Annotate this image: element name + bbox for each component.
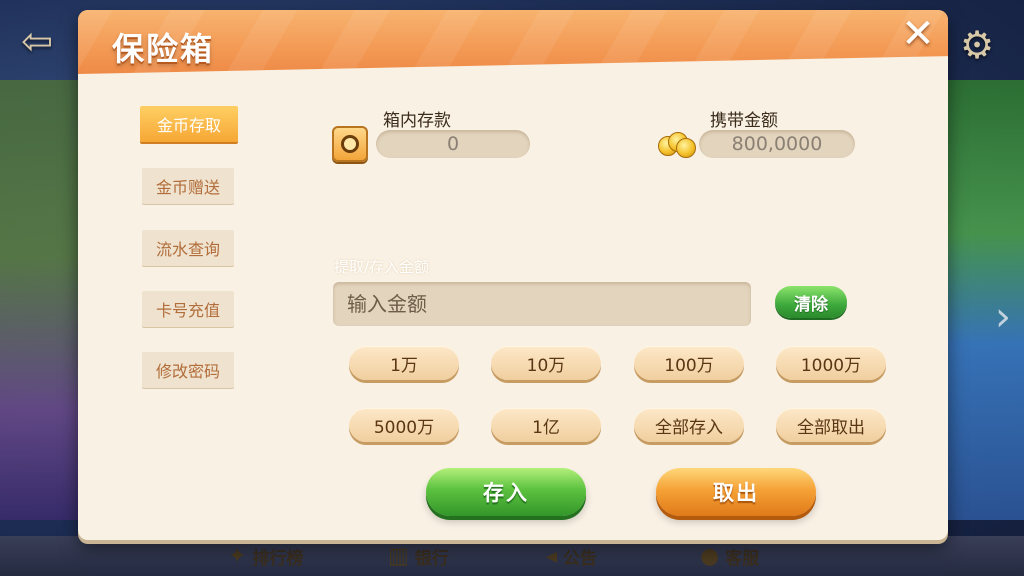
- deposit-all-button[interactable]: 全部存入: [634, 408, 744, 442]
- nav-service-label: 客服: [725, 548, 760, 569]
- side-item-coin-deposit-withdraw[interactable]: 金币存取: [140, 106, 238, 142]
- deposit-button[interactable]: 存入: [426, 468, 586, 516]
- quick-amount-100k-button[interactable]: 10万: [491, 346, 601, 380]
- nav-item-service[interactable]: ● 客服: [700, 540, 759, 572]
- coins-icon: [658, 128, 698, 160]
- side-item-label: 流水查询: [155, 240, 220, 259]
- amount-label: 提取/存入金额: [334, 258, 430, 276]
- quick-amount-label: 5000万: [373, 417, 435, 438]
- side-item-transaction-query[interactable]: 流水查询: [142, 230, 234, 266]
- side-item-change-password[interactable]: 修改密码: [142, 352, 234, 388]
- megaphone-icon: ◂: [546, 543, 558, 569]
- dialog-title: 保险箱: [112, 30, 215, 68]
- safe-box-dialog: 保险箱 ✕ 金币存取 金币赠送 流水查询 卡号充值 修改密码 箱内存款 0 携带…: [78, 10, 948, 540]
- clear-button-label: 清除: [794, 294, 828, 315]
- side-item-label: 修改密码: [155, 362, 220, 381]
- exit-door-icon[interactable]: ⇦: [14, 18, 60, 64]
- trophy-icon: ✦: [228, 543, 247, 569]
- quick-amount-50m-button[interactable]: 5000万: [349, 408, 459, 442]
- quick-amount-label: 全部取出: [797, 417, 865, 438]
- side-item-card-recharge[interactable]: 卡号充值: [142, 291, 234, 327]
- quick-amount-1m-button[interactable]: 100万: [634, 346, 744, 380]
- chevron-right-icon[interactable]: ›: [988, 292, 1018, 342]
- nav-item-rank[interactable]: ✦ 排行榜: [228, 540, 303, 572]
- side-item-label: 金币存取: [156, 116, 221, 135]
- close-button[interactable]: ✕: [896, 12, 940, 56]
- quick-amount-label: 10万: [526, 355, 566, 376]
- headset-icon: ●: [700, 543, 720, 569]
- nav-item-bank[interactable]: ▥ 银行: [388, 540, 449, 572]
- quick-amount-label: 1000万: [800, 355, 862, 376]
- safe-balance-value: 0: [376, 130, 530, 158]
- quick-amount-label: 全部存入: [655, 417, 723, 438]
- quick-amount-label: 1万: [390, 355, 418, 376]
- quick-amount-label: 1亿: [532, 417, 560, 438]
- gear-icon[interactable]: ⚙: [954, 22, 1000, 68]
- bottom-nav: ✦ 排行榜 ▥ 银行 ◂ 公告 ● 客服: [0, 540, 1024, 572]
- nav-bank-label: 银行: [414, 548, 449, 569]
- clear-button[interactable]: 清除: [775, 286, 847, 318]
- withdraw-all-button[interactable]: 全部取出: [776, 408, 886, 442]
- side-item-coin-gift[interactable]: 金币赠送: [142, 168, 234, 204]
- deposit-button-label: 存入: [483, 481, 529, 505]
- carry-amount-value: 800,0000: [699, 130, 855, 158]
- carry-amount-label: 携带金额: [710, 111, 778, 131]
- amount-input[interactable]: [333, 282, 751, 326]
- quick-amount-100m-button[interactable]: 1亿: [491, 408, 601, 442]
- quick-amount-label: 100万: [664, 355, 714, 376]
- safe-balance-label: 箱内存款: [383, 111, 451, 131]
- side-item-label: 金币赠送: [155, 178, 220, 197]
- nav-item-notice[interactable]: ◂ 公告: [546, 540, 597, 572]
- quick-amount-10m-button[interactable]: 1000万: [776, 346, 886, 380]
- withdraw-button[interactable]: 取出: [656, 468, 816, 516]
- safe-icon: [332, 126, 368, 162]
- close-icon: ✕: [901, 11, 935, 57]
- background-left-scene: [0, 80, 80, 520]
- side-item-label: 卡号充值: [155, 301, 220, 320]
- nav-notice-label: 公告: [563, 548, 598, 569]
- bank-icon: ▥: [388, 543, 409, 569]
- quick-amount-10k-button[interactable]: 1万: [349, 346, 459, 380]
- withdraw-button-label: 取出: [713, 481, 759, 505]
- nav-rank-label: 排行榜: [252, 548, 304, 569]
